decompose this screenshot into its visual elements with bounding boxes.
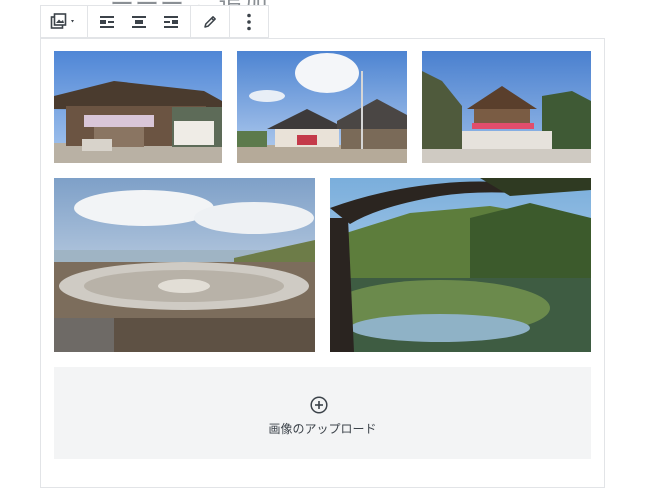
- align-left-icon: [99, 15, 115, 29]
- align-center-button[interactable]: [123, 6, 155, 37]
- align-center-icon: [131, 15, 147, 29]
- align-left-button[interactable]: [91, 6, 123, 37]
- more-options-icon: [246, 13, 252, 31]
- plus-circle-icon[interactable]: [310, 396, 328, 418]
- gallery-image-3[interactable]: [422, 51, 591, 163]
- more-options-button[interactable]: [233, 6, 265, 37]
- gallery-image-2[interactable]: [237, 51, 407, 163]
- gallery-image-4[interactable]: [54, 178, 315, 352]
- upload-label[interactable]: 画像のアップロード: [54, 420, 591, 437]
- align-right-button[interactable]: [155, 6, 187, 37]
- pencil-edit-icon: [202, 14, 218, 30]
- align-right-icon: [163, 15, 179, 29]
- gallery-image-5[interactable]: [330, 178, 591, 352]
- edit-gallery-button[interactable]: [194, 6, 226, 37]
- change-block-type-button[interactable]: [44, 6, 84, 37]
- gallery-image-icon: [50, 12, 78, 32]
- gallery-image-1[interactable]: [54, 51, 222, 163]
- block-toolbar: [40, 5, 269, 38]
